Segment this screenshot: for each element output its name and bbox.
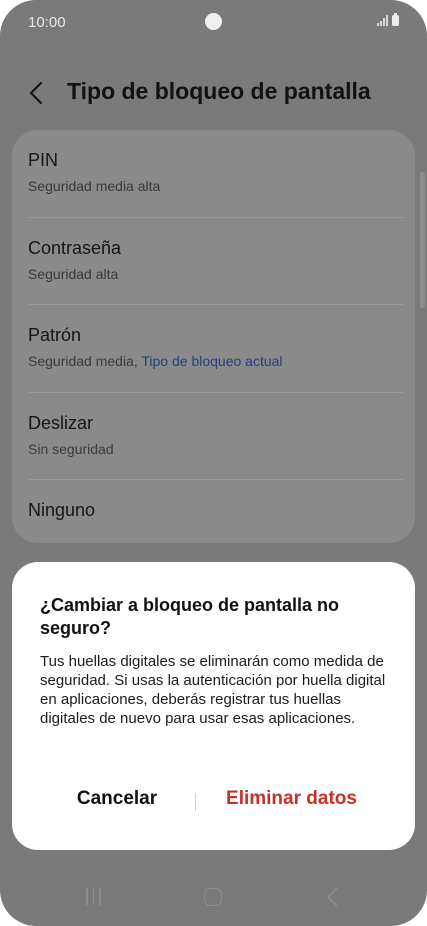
dialog-actions: Cancelar Eliminar datos [12, 784, 415, 816]
option-swipe[interactable]: Deslizar Sin seguridad [28, 393, 404, 480]
option-subtitle: Sin seguridad [28, 440, 114, 457]
cancel-button[interactable]: Cancelar [38, 788, 196, 810]
option-title: Patrón [28, 325, 82, 345]
back-arrow-icon[interactable] [325, 886, 341, 908]
option-pattern[interactable]: Patrón Seguridad media, Tipo de bloqueo … [28, 305, 404, 393]
scrollbar[interactable] [420, 172, 425, 308]
option-password[interactable]: Contraseña Seguridad alta [28, 218, 404, 305]
front-camera [205, 13, 222, 30]
phone-screen: 10:00 Tipo de bloqueo de pantalla PIN Se… [0, 0, 427, 926]
option-title: Ninguno [28, 500, 96, 520]
option-subtitle: Seguridad alta [28, 265, 119, 282]
delete-data-button[interactable]: Eliminar datos [204, 788, 379, 810]
status-icons [377, 13, 399, 26]
option-subtitle-text: Seguridad media, [28, 353, 142, 369]
option-title: Deslizar [28, 412, 94, 433]
action-divider [195, 793, 196, 811]
lock-type-list: PIN Seguridad media alta Contraseña Segu… [12, 130, 415, 543]
status-time: 10:00 [28, 14, 66, 31]
status-bar: 10:00 [0, 0, 427, 44]
option-title: Contraseña [28, 237, 122, 258]
battery-icon [392, 13, 399, 26]
dialog-message: Tus huellas digitales se eliminarán como… [40, 653, 386, 727]
option-subtitle: Seguridad media alta [28, 178, 161, 194]
option-subtitle: Seguridad media, Tipo de bloqueo actual [28, 353, 283, 369]
confirm-dialog: ¿Cambiar a bloqueo de pantalla no seguro… [12, 562, 415, 850]
current-lock-label: Tipo de bloqueo actual [141, 353, 283, 369]
option-title: PIN [28, 150, 59, 170]
home-icon[interactable] [204, 888, 222, 906]
signal-icon [377, 15, 388, 26]
option-pin[interactable]: PIN Seguridad media alta [28, 130, 404, 218]
app-header: Tipo de bloqueo de pantalla [0, 70, 427, 116]
page-title: Tipo de bloqueo de pantalla [67, 78, 371, 104]
option-none[interactable]: Ninguno [28, 480, 404, 568]
recent-apps-icon[interactable] [86, 888, 101, 905]
navigation-bar [0, 876, 427, 920]
chevron-left-icon[interactable] [26, 80, 48, 106]
dialog-title: ¿Cambiar a bloqueo de pantalla no seguro… [40, 595, 340, 638]
